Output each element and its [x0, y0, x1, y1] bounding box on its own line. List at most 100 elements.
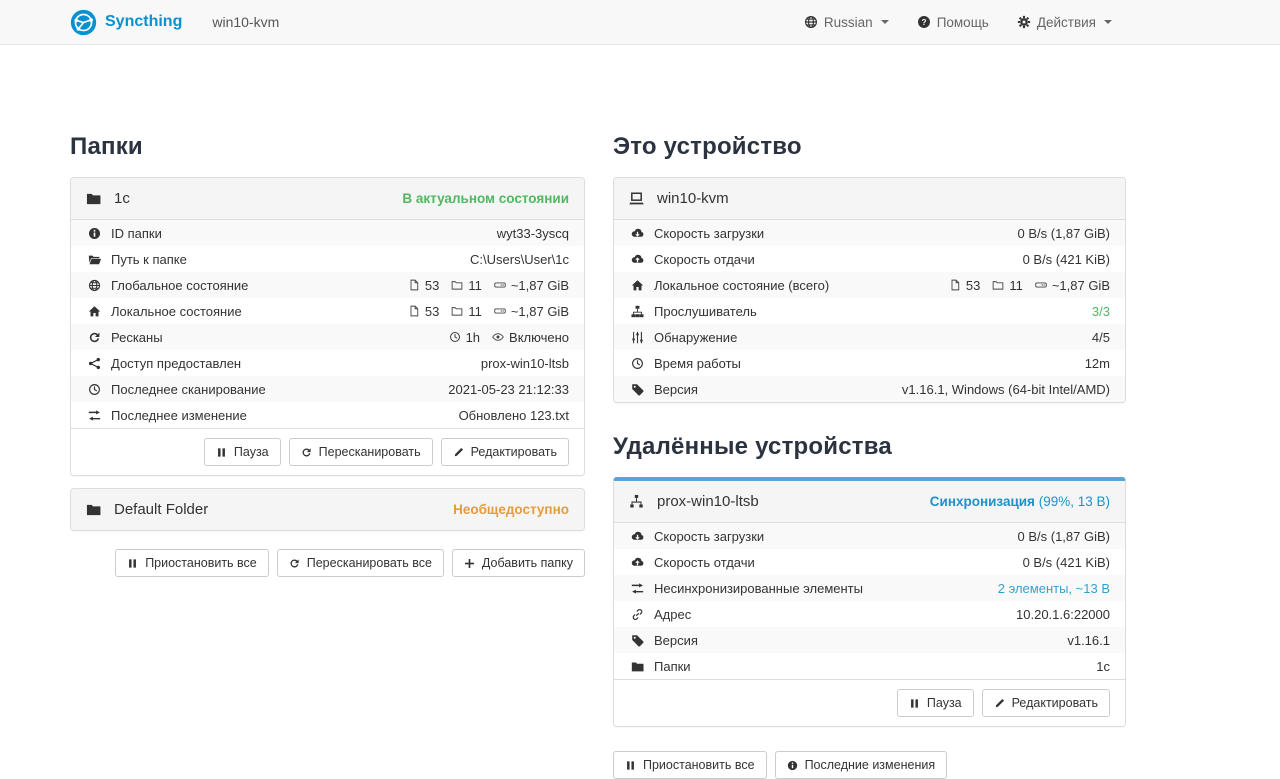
pause-all-folders-button[interactable]: Приостановить все	[115, 549, 269, 577]
row-value: 12m	[1085, 356, 1110, 371]
this-device-section-title: Это устройство	[613, 133, 1126, 161]
folder-open-icon	[86, 253, 102, 266]
navbar-menu: Russian ? Помощь Действия	[804, 15, 1112, 30]
value-text: 10.20.1.6:22000	[1016, 607, 1110, 622]
value-link[interactable]: 2 элементы, ~13 B	[998, 581, 1110, 596]
this-device-heading[interactable]: win10-kvm	[614, 178, 1125, 220]
row-label: Адрес	[654, 607, 691, 622]
file-icon	[949, 279, 961, 291]
row-label: Локальное состояние (всего)	[654, 278, 829, 293]
button-label: Последние изменения	[805, 758, 936, 772]
folder-name: Default Folder	[114, 501, 208, 518]
row-value: 0 B/s (421 KiB)	[1023, 555, 1110, 570]
home-icon	[629, 279, 645, 292]
row-value: prox-win10-ltsb	[481, 356, 569, 371]
folder-panel-heading[interactable]: Default Folder Необщедоступно	[71, 489, 584, 530]
value-text: 11	[1009, 278, 1023, 293]
folder-panel-heading[interactable]: 1c В актуальном состоянии	[71, 178, 584, 220]
value-text: 3/3	[1092, 304, 1110, 319]
value-text: C:\Users\User\1c	[470, 252, 569, 267]
question-circle-icon: ?	[917, 15, 931, 29]
help-menu[interactable]: ? Помощь	[917, 15, 989, 30]
refresh-icon	[86, 331, 102, 344]
help-menu-label: Помощь	[937, 15, 989, 30]
row-value: 2 элементы, ~13 B	[998, 581, 1110, 596]
chevron-down-icon	[881, 20, 889, 24]
folder-name: 1c	[114, 190, 130, 207]
row-label: Несинхронизированные элементы	[654, 581, 863, 596]
table-row: Скорость загрузки0 B/s (1,87 GiB)	[614, 523, 1125, 549]
pencil-icon	[994, 698, 1005, 709]
edit-device-button[interactable]: Редактировать	[982, 689, 1110, 717]
remote-device-panel: prox-win10-ltsb Синхронизация (99%, 13 B…	[613, 477, 1126, 727]
table-row: Прослушиватель 3/3	[614, 298, 1125, 324]
recent-changes-button[interactable]: Последние изменения	[775, 751, 948, 779]
pause-icon	[625, 760, 636, 771]
edit-folder-button[interactable]: Редактировать	[441, 438, 569, 466]
value-text: 0 B/s (421 KiB)	[1023, 555, 1110, 570]
folders-footer-buttons: Приостановить все Пересканировать все Доба…	[70, 549, 585, 577]
folder-outline-icon	[992, 279, 1004, 291]
remote-devices-section-title: Удалённые устройства	[613, 433, 1126, 461]
pause-icon	[909, 698, 920, 709]
button-label: Пауза	[234, 445, 269, 459]
value-text: Обновлено 123.txt	[459, 408, 569, 423]
cloud-download-icon	[629, 530, 645, 543]
actions-menu[interactable]: Действия	[1017, 15, 1112, 30]
value-text: Включено	[509, 330, 569, 345]
row-label: Последнее сканирование	[111, 382, 266, 397]
globe-icon	[804, 15, 818, 29]
value-text: 12m	[1085, 356, 1110, 371]
brand-name: Syncthing	[105, 13, 182, 31]
language-menu[interactable]: Russian	[804, 15, 889, 30]
button-label: Пересканировать	[319, 445, 421, 459]
clock-icon	[86, 383, 102, 396]
pause-all-devices-button[interactable]: Приостановить все	[613, 751, 767, 779]
rescan-all-folders-button[interactable]: Пересканировать все	[277, 549, 444, 577]
remote-device-heading[interactable]: prox-win10-ltsb Синхронизация (99%, 13 B…	[614, 481, 1125, 523]
pause-icon	[216, 447, 227, 458]
add-folder-button[interactable]: Добавить папку	[452, 549, 585, 577]
gear-icon	[1017, 15, 1031, 29]
table-row: Время работы 12m	[614, 350, 1125, 376]
button-label: Редактировать	[471, 445, 557, 459]
row-value: 0 B/s (1,87 GiB)	[1018, 226, 1110, 241]
row-label: Прослушиватель	[654, 304, 757, 319]
table-row: Глобальное состояние5311~1,87 GiB	[71, 272, 584, 298]
value-text: 53	[425, 278, 439, 293]
button-label: Пересканировать все	[307, 556, 432, 570]
language-menu-label: Russian	[824, 15, 873, 30]
device-details-table: Скорость загрузки0 B/s (1,87 GiB)Скорост…	[614, 220, 1125, 402]
pause-device-button[interactable]: Пауза	[897, 689, 974, 717]
button-label: Добавить папку	[482, 556, 573, 570]
row-value: wyt33-3yscq	[497, 226, 569, 241]
row-label: Путь к папке	[111, 252, 187, 267]
row-value: 5311~1,87 GiB	[408, 278, 569, 293]
value-text: prox-win10-ltsb	[481, 356, 569, 371]
folders-section-title: Папки	[70, 133, 585, 161]
tag-icon	[629, 634, 645, 647]
folder-icon	[629, 660, 645, 673]
file-icon	[408, 305, 420, 317]
navbar-brand[interactable]: Syncthing	[70, 9, 182, 36]
table-row: Папки1c	[614, 653, 1125, 679]
refresh-icon	[301, 447, 312, 458]
table-row: Доступ предоставленprox-win10-ltsb	[71, 350, 584, 376]
svg-text:?: ?	[921, 17, 926, 27]
value-text: 1c	[1096, 659, 1110, 674]
value-text: 4/5	[1092, 330, 1110, 345]
table-row: Скорость отдачи0 B/s (421 KiB)	[614, 246, 1125, 272]
table-row: Обнаружение4/5	[614, 324, 1125, 350]
value-text: 0 B/s (1,87 GiB)	[1018, 529, 1110, 544]
row-value: 1c	[1096, 659, 1110, 674]
value-text: 11	[468, 278, 482, 293]
row-label: Время работы	[654, 356, 741, 371]
table-row: Скорость загрузки 0 B/s (1,87 GiB)	[614, 220, 1125, 246]
button-label: Пауза	[927, 696, 962, 710]
pause-folder-button[interactable]: Пауза	[204, 438, 281, 466]
value-text: wyt33-3yscq	[497, 226, 569, 241]
row-label: Скорость загрузки	[654, 226, 764, 241]
row-label: Скорость отдачи	[654, 252, 755, 267]
rescan-folder-button[interactable]: Пересканировать	[289, 438, 433, 466]
actions-menu-label: Действия	[1037, 15, 1096, 30]
